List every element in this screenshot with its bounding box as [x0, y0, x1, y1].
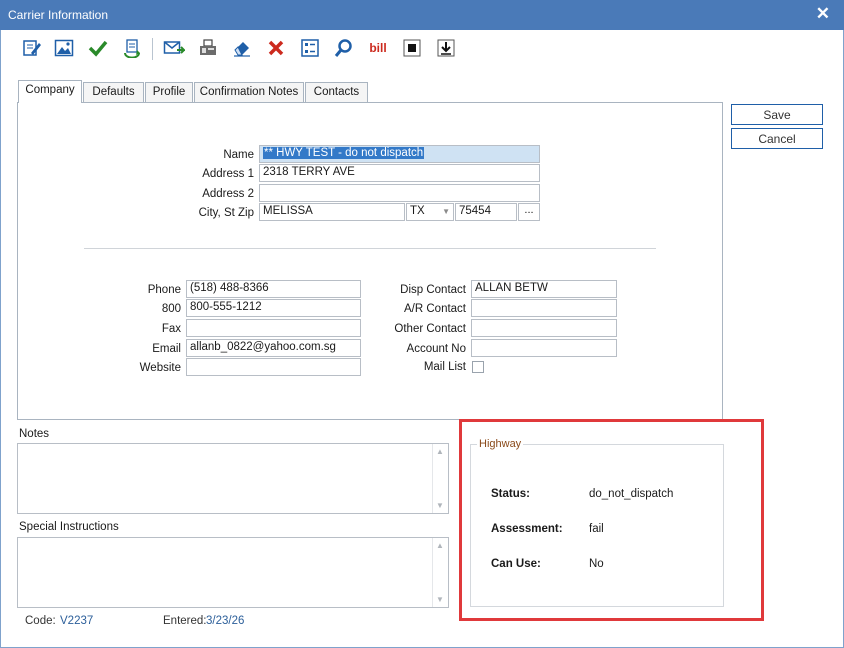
name-value: ** HWY TEST - do not dispatch: [263, 147, 425, 159]
email-label: Email: [152, 343, 181, 355]
name-field[interactable]: ** HWY TEST - do not dispatch: [259, 145, 540, 163]
email-field[interactable]: allanb_0822@yahoo.com.sg: [186, 339, 361, 357]
ar-contact-field[interactable]: [471, 299, 617, 317]
address1-field[interactable]: 2318 TERRY AVE: [259, 164, 540, 182]
fax-icon[interactable]: [196, 36, 220, 60]
tollfree-field[interactable]: 800-555-1212: [186, 299, 361, 317]
tollfree-label: 800: [161, 303, 181, 315]
search-icon[interactable]: [332, 36, 356, 60]
disp-contact-field[interactable]: ALLAN BETW: [471, 280, 617, 298]
account-no-field[interactable]: [471, 339, 617, 357]
close-icon[interactable]: ✕: [816, 4, 830, 24]
code-label: Code:: [25, 615, 56, 627]
eraser-icon[interactable]: [230, 36, 254, 60]
disp-contact-label: Disp Contact: [400, 284, 466, 296]
notes-scrollbar[interactable]: ▲ ▼: [432, 444, 448, 513]
special-instructions-textarea[interactable]: ▲ ▼: [17, 537, 449, 608]
city-field[interactable]: MELISSA: [259, 203, 405, 221]
edit-icon[interactable]: [20, 36, 44, 60]
other-contact-field[interactable]: [471, 319, 617, 337]
tab-contacts[interactable]: Contacts: [305, 82, 368, 102]
name-label: Name: [223, 149, 254, 161]
bill-icon[interactable]: bill: [365, 36, 391, 60]
address-lookup-button[interactable]: ...: [518, 203, 540, 221]
other-contact-label: Other Contact: [394, 323, 466, 335]
download-icon[interactable]: [434, 36, 458, 60]
account-no-label: Account No: [406, 343, 466, 355]
state-dropdown[interactable]: TX ▼: [406, 203, 454, 221]
window-title: Carrier Information: [8, 8, 109, 22]
toolbar-separator: [152, 38, 153, 60]
delete-x-icon[interactable]: [264, 36, 288, 60]
tab-company[interactable]: Company: [18, 80, 82, 103]
website-label: Website: [139, 362, 181, 374]
checkmark-icon[interactable]: [86, 36, 110, 60]
checklist-icon[interactable]: [298, 36, 322, 60]
address1-label: Address 1: [202, 168, 254, 180]
title-bar: Carrier Information ✕: [0, 0, 844, 30]
website-field[interactable]: [186, 358, 361, 376]
mail-list-checkbox[interactable]: [472, 361, 484, 373]
email-send-icon[interactable]: [162, 36, 186, 60]
phone-field[interactable]: (518) 488-8366: [186, 280, 361, 298]
phone-label: Phone: [147, 284, 181, 296]
state-value: TX: [410, 205, 425, 217]
fax-field[interactable]: [186, 319, 361, 337]
save-button[interactable]: Save: [731, 104, 823, 125]
zip-field[interactable]: 75454: [455, 203, 517, 221]
scroll-down-icon[interactable]: ▼: [436, 501, 444, 510]
tab-profile[interactable]: Profile: [145, 82, 193, 102]
city-st-zip-label: City, St Zip: [198, 207, 254, 219]
mail-list-label: Mail List: [423, 361, 466, 373]
entered-value: 3/23/26: [206, 615, 245, 627]
scroll-down-icon[interactable]: ▼: [436, 595, 444, 604]
tab-confirmation-notes[interactable]: Confirmation Notes: [194, 82, 304, 102]
address2-label: Address 2: [202, 188, 254, 200]
code-value: V2237: [60, 615, 94, 627]
notes-label: Notes: [19, 428, 50, 440]
cancel-button[interactable]: Cancel: [731, 128, 823, 149]
entered-label: Entered:: [163, 615, 207, 627]
tab-defaults[interactable]: Defaults: [83, 82, 144, 102]
notes-textarea[interactable]: ▲ ▼: [17, 443, 449, 514]
scroll-up-icon[interactable]: ▲: [436, 541, 444, 550]
special-instructions-label: Special Instructions: [19, 521, 119, 533]
special-scrollbar[interactable]: ▲ ▼: [432, 538, 448, 607]
chevron-down-icon: ▼: [442, 207, 450, 216]
fax-label: Fax: [161, 323, 181, 335]
image-icon[interactable]: [52, 36, 76, 60]
refresh-docs-icon[interactable]: [120, 36, 144, 60]
address2-field[interactable]: [259, 184, 540, 202]
stop-icon[interactable]: [400, 36, 424, 60]
highway-highlight-box: [459, 419, 764, 621]
ar-contact-label: A/R Contact: [404, 303, 466, 315]
section-divider: [84, 248, 656, 249]
bill-label: bill: [369, 41, 387, 55]
scroll-up-icon[interactable]: ▲: [436, 447, 444, 456]
